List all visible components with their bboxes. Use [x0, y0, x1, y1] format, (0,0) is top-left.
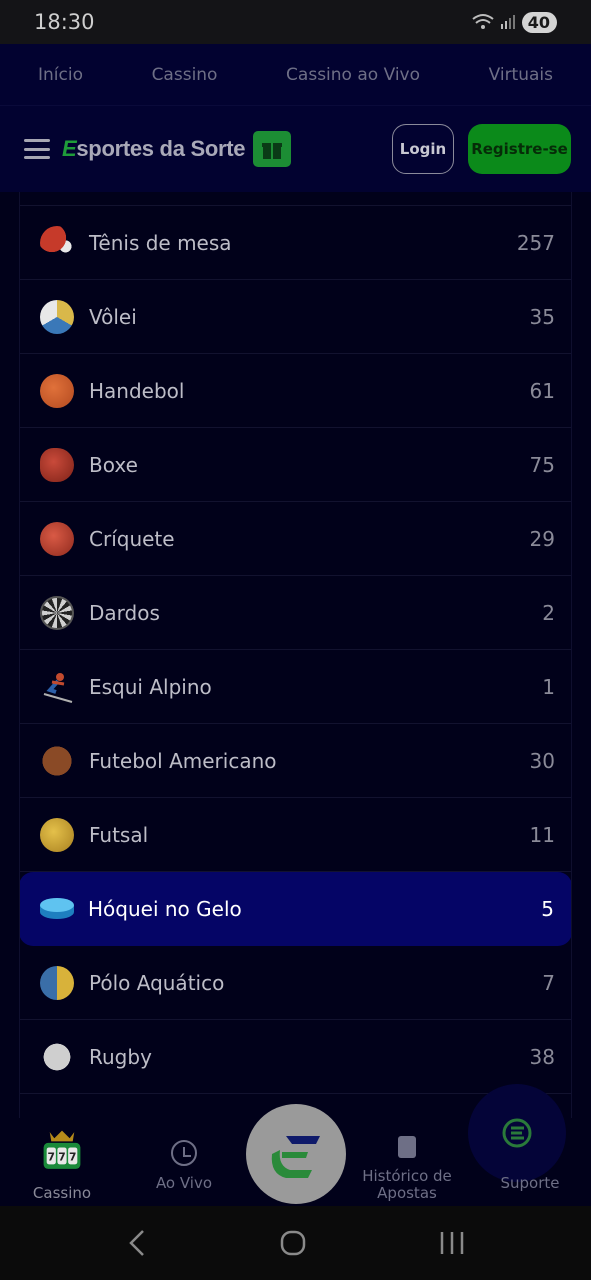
sport-row-volei[interactable]: Vôlei 35 [20, 280, 571, 354]
sport-name: Boxe [89, 452, 138, 477]
status-bar: 18:30 40 [0, 0, 591, 44]
sport-count: 38 [529, 1044, 555, 1069]
boxing-glove-icon [40, 447, 74, 482]
slot-machine-icon: 7 7 7 [43, 1130, 81, 1169]
sport-name: Vôlei [89, 304, 137, 329]
sport-name: Hóquei no Gelo [88, 897, 242, 921]
futsal-ball-icon [40, 817, 74, 852]
top-nav-item-cassino[interactable]: Cassino [152, 65, 218, 85]
bottom-nav-historico[interactable]: Histórico de Apostas [355, 1118, 459, 1206]
top-nav-item-virtuais[interactable]: Virtuais [489, 65, 553, 85]
logo-text: sportes da Sorte [76, 136, 246, 161]
battery-level: 40 [527, 12, 550, 32]
logo-mark: E [62, 136, 77, 161]
sport-name: Esqui Alpino [89, 674, 212, 699]
sport-count: 257 [516, 230, 555, 255]
sport-name: Tênis de mesa [89, 230, 232, 255]
top-nav-item-cassino-ao-vivo[interactable]: Cassino ao Vivo [286, 65, 420, 85]
sport-row-handebol[interactable]: Handebol 61 [20, 354, 571, 428]
back-icon[interactable] [125, 1228, 149, 1258]
bottom-nav-suporte[interactable]: Suporte [470, 1118, 590, 1206]
sport-count: 7 [542, 970, 555, 995]
handball-icon [40, 373, 74, 408]
cricket-ball-icon [40, 521, 74, 556]
sport-count: 30 [529, 748, 555, 773]
login-button[interactable]: Login [392, 124, 454, 174]
sport-name: Handebol [89, 378, 185, 403]
rugby-ball-icon [33, 1032, 81, 1081]
clock-icon [171, 1140, 197, 1166]
sport-row-hoquei-no-gelo[interactable]: Hóquei no Gelo 5 [20, 872, 571, 946]
bottom-nav-ao-vivo-label: Ao Vivo [155, 1174, 213, 1192]
bottom-nav-ao-vivo[interactable]: Ao Vivo [144, 1118, 224, 1206]
hockey-puck-icon [39, 892, 74, 926]
recent-apps-icon[interactable] [438, 1230, 466, 1256]
sport-name: Rugby [89, 1044, 152, 1069]
sports-list: Tênis de mesa 257 Vôlei 35 Handebol 61 B… [19, 192, 572, 1118]
sport-row-tenis-de-mesa[interactable]: Tênis de mesa 257 [20, 206, 571, 280]
status-time: 18:30 [34, 10, 95, 34]
register-button[interactable]: Registre-se [468, 124, 571, 174]
bottom-nav-historico-label: Histórico de Apostas [362, 1167, 452, 1202]
bottom-nav-cassino-label: Cassino [32, 1184, 92, 1202]
table-tennis-icon [40, 225, 74, 260]
signal-icon [500, 15, 515, 29]
sport-row-futsal[interactable]: Futsal 11 [20, 798, 571, 872]
wifi-icon [472, 14, 494, 29]
american-football-icon [33, 737, 81, 784]
status-icons: 40 [472, 11, 557, 33]
sport-count: 1 [542, 674, 555, 699]
sport-name: Pólo Aquático [89, 970, 225, 995]
list-row-partial [20, 192, 571, 206]
home-logo-button[interactable] [246, 1104, 346, 1204]
sport-count: 5 [541, 897, 554, 921]
svg-text:7: 7 [58, 1151, 65, 1164]
sport-count: 35 [529, 304, 555, 329]
sport-count: 61 [529, 378, 555, 403]
logo[interactable]: Esportes da Sorte [62, 136, 245, 162]
battery-icon: 40 [521, 11, 557, 33]
sport-count: 75 [529, 452, 555, 477]
sport-row-polo-aquatico[interactable]: Pólo Aquático 7 [20, 946, 571, 1020]
volleyball-icon [40, 299, 74, 334]
sport-row-boxe[interactable]: Boxe 75 [20, 428, 571, 502]
top-nav: Início Cassino Cassino ao Vivo Virtuais [0, 44, 591, 106]
sport-name: Futsal [89, 822, 149, 847]
skier-icon [40, 670, 74, 704]
water-polo-ball-icon [40, 965, 74, 1000]
svg-text:7: 7 [48, 1151, 55, 1164]
sport-name: Futebol Americano [89, 748, 277, 773]
sport-count: 11 [529, 822, 555, 847]
bottom-nav-suporte-label: Suporte [500, 1174, 560, 1192]
sport-row-esqui-alpino[interactable]: Esqui Alpino 1 [20, 650, 571, 724]
sport-row-dardos[interactable]: Dardos 2 [20, 576, 571, 650]
clipboard-icon [398, 1136, 416, 1158]
esportes-logo-icon [271, 1136, 320, 1178]
sport-count: 29 [529, 526, 555, 551]
bottom-nav: 7 7 7 Cassino Ao Vivo Histórico de Apost… [0, 1084, 591, 1206]
gift-icon[interactable] [253, 131, 292, 167]
sport-row-futebol-americano[interactable]: Futebol Americano 30 [20, 724, 571, 798]
sport-name: Dardos [89, 600, 160, 625]
home-icon[interactable] [279, 1229, 307, 1257]
bottom-nav-cassino[interactable]: 7 7 7 Cassino [20, 1118, 104, 1206]
menu-icon[interactable] [24, 139, 50, 159]
sport-row-criquete[interactable]: Críquete 29 [20, 502, 571, 576]
sport-count: 2 [542, 600, 555, 625]
sport-name: Críquete [89, 526, 175, 551]
android-nav-bar [0, 1206, 591, 1280]
site-header: Esportes da Sorte Login Registre-se [0, 106, 591, 192]
svg-text:7: 7 [69, 1151, 76, 1164]
top-nav-item-inicio[interactable]: Início [38, 65, 83, 85]
sport-row-rugby[interactable]: Rugby 38 [20, 1020, 571, 1094]
dartboard-icon [40, 595, 74, 630]
